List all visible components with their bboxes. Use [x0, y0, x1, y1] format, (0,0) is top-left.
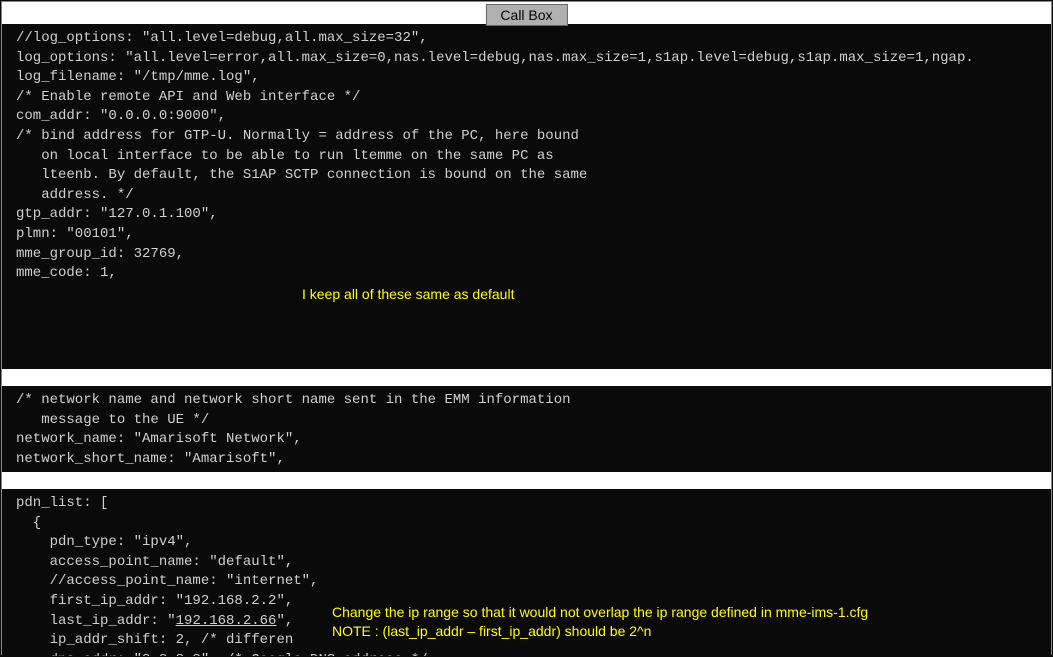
code-line: network_short_name: "Amarisoft", — [16, 450, 1037, 470]
code-line: gtp_addr: "127.0.1.100", — [16, 205, 1037, 225]
config-code-block-2: /* network name and network short name s… — [2, 386, 1051, 472]
code-line: on local interface to be able to run lte… — [16, 147, 1037, 167]
code-line: mme_code: 1, — [16, 264, 1037, 284]
call-box-button[interactable]: Call Box — [485, 4, 567, 26]
config-code-block-3: pdn_list: [ { pdn_type: "ipv4", access_p… — [2, 489, 1051, 656]
code-line: access_point_name: "default", — [16, 553, 1037, 573]
separator-white-strip-1 — [2, 369, 1051, 386]
code-line: mme_group_id: 32769, — [16, 245, 1037, 265]
code-line: //log_options: "all.level=debug,all.max_… — [16, 29, 1037, 49]
annotation-note-ip-range: NOTE : (last_ip_addr – first_ip_addr) sh… — [332, 622, 651, 642]
code-line: pdn_type: "ipv4", — [16, 533, 1037, 553]
code-line: lteenb. By default, the S1AP SCTP connec… — [16, 166, 1037, 186]
code-line: log_options: "all.level=error,all.max_si… — [16, 49, 1037, 69]
highlighted-ip-value: 192.168.2.66 — [176, 613, 277, 629]
code-line: /* Enable remote API and Web interface *… — [16, 88, 1037, 108]
code-line: /* bind address for GTP-U. Normally = ad… — [16, 127, 1037, 147]
annotation-keep-default: I keep all of these same as default — [302, 285, 514, 305]
code-line: log_filename: "/tmp/mme.log", — [16, 68, 1037, 88]
code-line: { — [16, 514, 1037, 534]
code-line: /* network name and network short name s… — [16, 391, 1037, 411]
code-line: message to the UE */ — [16, 411, 1037, 431]
code-line: com_addr: "0.0.0.0:9000", — [16, 107, 1037, 127]
code-line: dns_addr: "8.8.8.8", /* Google DNS addre… — [16, 651, 1037, 656]
annotation-change-ip-range: Change the ip range so that it would not… — [332, 603, 868, 623]
code-line: pdn_list: [ — [16, 494, 1037, 514]
code-line: network_name: "Amarisoft Network", — [16, 430, 1037, 450]
code-line: plmn: "00101", — [16, 225, 1037, 245]
config-code-block-1: //log_options: "all.level=debug,all.max_… — [2, 24, 1051, 369]
code-line: //access_point_name: "internet", — [16, 572, 1037, 592]
code-line: address. */ — [16, 186, 1037, 206]
separator-white-strip-2 — [2, 472, 1051, 489]
